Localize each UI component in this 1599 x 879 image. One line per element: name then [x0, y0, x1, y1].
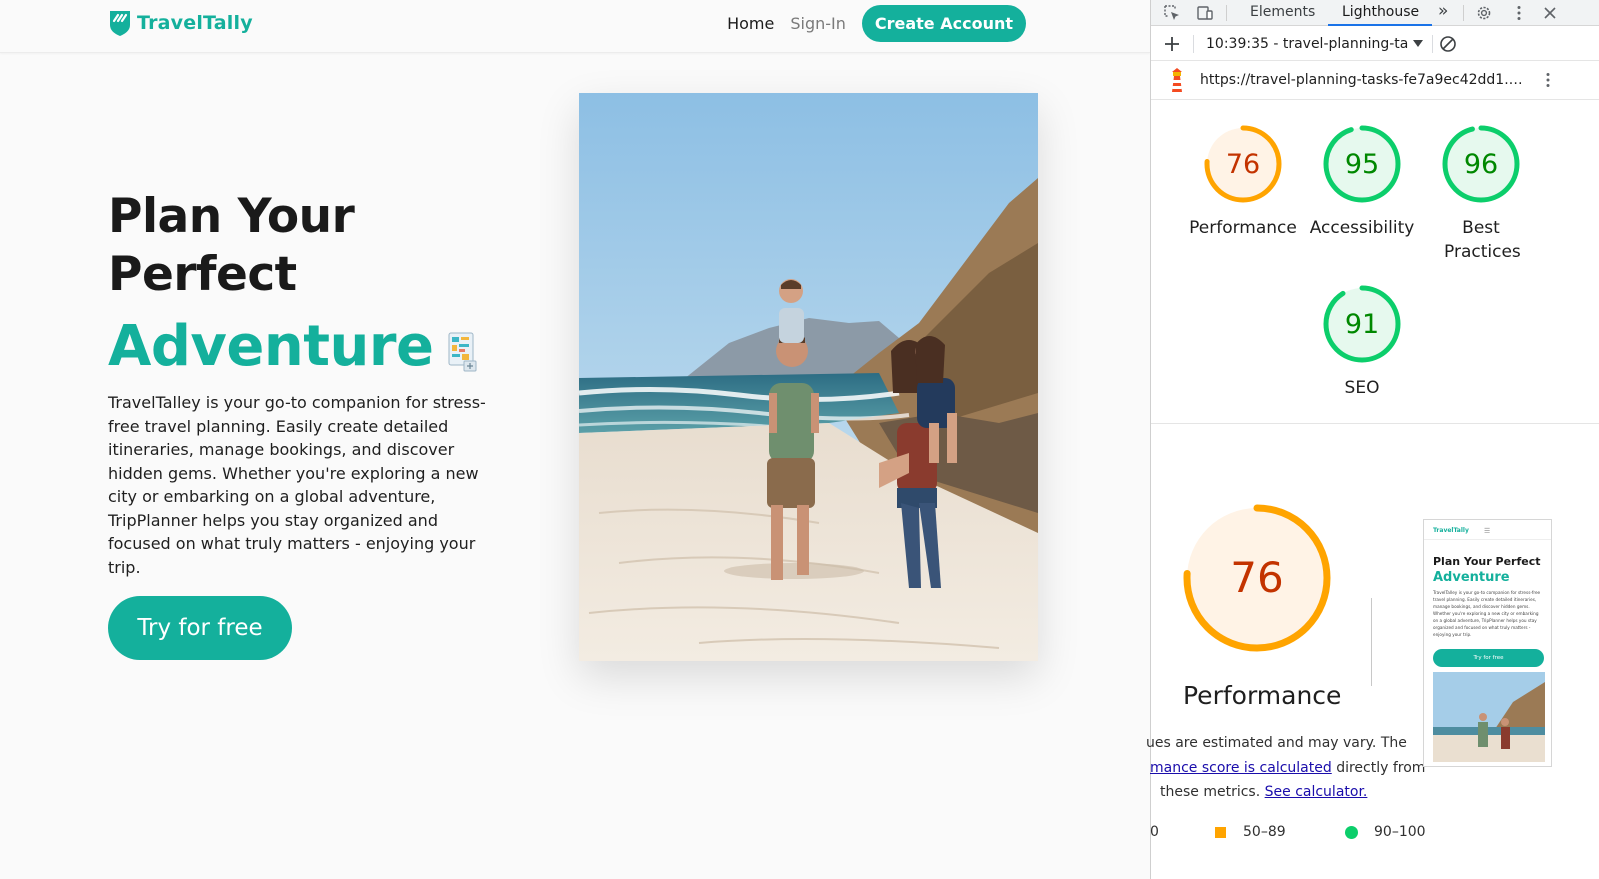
- accessibility-score-label: Accessibility: [1309, 218, 1415, 238]
- performance-detail-score: 76: [1230, 553, 1283, 602]
- brand-name: TravelTally: [137, 12, 253, 34]
- toolbar-separator: [1432, 35, 1433, 53]
- thumbnail-menu-icon: ☰: [1484, 527, 1491, 535]
- settings-gear-icon[interactable]: [1475, 4, 1493, 22]
- clear-reports-icon[interactable]: [1439, 35, 1457, 53]
- average-square-icon: [1215, 826, 1226, 838]
- thumbnail-brand: TravelTally: [1433, 527, 1469, 534]
- explanation-line2-suffix: directly from: [1331, 759, 1426, 776]
- brand-logo[interactable]: TravelTally: [108, 9, 253, 37]
- page-screenshot-thumbnail[interactable]: TravelTally ☰ Plan Your Perfect Adventur…: [1423, 519, 1552, 767]
- explanation-line2: mance score is calculated directly from: [1150, 756, 1425, 781]
- hero-title-accent: Adventure: [108, 314, 434, 379]
- report-select-dropdown[interactable]: 10:39:35 - travel-planning-ta: [1206, 36, 1408, 52]
- hero-title-line1: Plan Your: [108, 189, 355, 244]
- score-calculation-link[interactable]: mance score is calculated: [1150, 760, 1332, 776]
- seo-score-label: SEO: [1344, 378, 1380, 398]
- tab-lighthouse[interactable]: Lighthouse: [1342, 4, 1419, 20]
- planner-illustration-icon: [448, 332, 477, 371]
- new-report-plus-icon[interactable]: [1163, 35, 1181, 53]
- best-practices-score-gauge[interactable]: 96: [1440, 123, 1522, 205]
- toolbar-separator: [1193, 35, 1194, 53]
- performance-score-gauge[interactable]: 76: [1202, 123, 1284, 205]
- inspect-element-icon[interactable]: [1163, 4, 1181, 22]
- performance-detail-label: Performance: [1183, 681, 1342, 710]
- thumbnail-accent: Adventure: [1433, 570, 1510, 585]
- detail-vertical-divider: [1371, 598, 1372, 686]
- device-toolbar-icon[interactable]: [1196, 4, 1214, 22]
- hero-title-line2: Perfect: [108, 247, 297, 302]
- explanation-line3: these metrics. See calculator.: [1150, 780, 1420, 805]
- website-viewport: TravelTally Home Sign-In Create Account …: [0, 0, 1150, 879]
- report-url-bar: https://travel-planning-tasks-fe7a9ec42d…: [1151, 62, 1599, 100]
- site-nav: Home Sign-In Create Account: [727, 5, 1026, 42]
- site-navbar: TravelTally Home Sign-In Create Account: [0, 0, 1150, 53]
- tab-separator: [1226, 5, 1227, 21]
- report-url[interactable]: https://travel-planning-tasks-fe7a9ec42d…: [1200, 72, 1530, 88]
- best-practices-score-label: Best Practices: [1444, 218, 1521, 262]
- legend-pass: 90–100: [1345, 824, 1426, 840]
- legend-average-range: 50–89: [1243, 824, 1286, 840]
- dropdown-arrow-icon[interactable]: [1413, 40, 1423, 48]
- hero-accent: Adventure: [108, 314, 478, 379]
- explanation-line1: ues are estimated and may vary. The: [1146, 735, 1407, 751]
- best-practices-score-value: 96: [1464, 149, 1498, 180]
- tab-elements[interactable]: Elements: [1250, 4, 1315, 20]
- try-for-free-button[interactable]: Try for free: [108, 596, 292, 660]
- hero-photo-family-beach: [579, 93, 1038, 661]
- beach-photo-image: [579, 93, 1038, 661]
- legend-fail-fragment: 0: [1150, 824, 1159, 840]
- legend-average: 50–89: [1215, 824, 1286, 840]
- lighthouse-logo-icon: [1172, 68, 1182, 92]
- thumbnail-photo: [1433, 672, 1545, 762]
- thumbnail-description: TravelTalley is your go-to companion for…: [1433, 590, 1541, 637]
- brand-shield-icon: [110, 11, 130, 36]
- accessibility-score-gauge[interactable]: 95: [1321, 123, 1403, 205]
- accessibility-score-value: 95: [1345, 149, 1379, 180]
- thumbnail-title: Plan Your Perfect: [1433, 555, 1541, 568]
- tab-separator: [1463, 5, 1464, 21]
- seo-score-gauge[interactable]: 91: [1321, 283, 1403, 365]
- thumbnail-navbar: TravelTally ☰: [1424, 520, 1551, 540]
- more-options-icon[interactable]: [1510, 4, 1528, 22]
- more-tabs-chevron-icon[interactable]: »: [1438, 1, 1448, 21]
- hero-description: TravelTalley is your go-to companion for…: [108, 393, 486, 577]
- explanation-line3-prefix: these metrics.: [1160, 784, 1265, 800]
- pass-circle-icon: [1345, 825, 1358, 839]
- active-tab-indicator: [1328, 24, 1432, 26]
- thumbnail-beach-image: [1433, 672, 1545, 762]
- lighthouse-toolbar: 10:39:35 - travel-planning-ta: [1151, 27, 1599, 61]
- performance-score-label: Performance: [1189, 218, 1297, 238]
- performance-explanation: ues are estimated and may vary. The manc…: [1146, 731, 1425, 805]
- nav-signin-link[interactable]: Sign-In: [790, 14, 846, 33]
- seo-score-value: 91: [1345, 309, 1379, 340]
- legend-fail-range: 0: [1150, 824, 1159, 840]
- legend-pass-range: 90–100: [1374, 824, 1426, 840]
- hero-title: Plan Your Perfect: [108, 188, 355, 304]
- performance-score-value: 76: [1226, 149, 1260, 180]
- report-menu-icon[interactable]: [1539, 71, 1557, 89]
- create-account-button[interactable]: Create Account: [861, 5, 1026, 42]
- devtools-tabbar: Elements Lighthouse »: [1151, 0, 1599, 26]
- section-divider: [1151, 423, 1599, 424]
- close-devtools-icon[interactable]: [1541, 4, 1559, 22]
- performance-detail-gauge: 76: [1183, 504, 1331, 652]
- nav-home-link[interactable]: Home: [727, 14, 774, 33]
- thumbnail-cta: Try for free: [1433, 649, 1544, 667]
- see-calculator-link[interactable]: See calculator.: [1265, 784, 1368, 800]
